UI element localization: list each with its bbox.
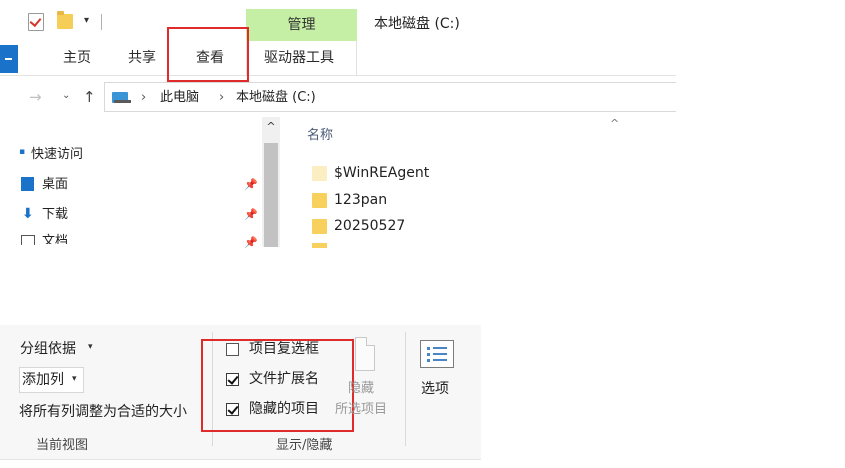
column-header-name[interactable]: 名称 xyxy=(307,127,333,145)
tab-manage[interactable]: 管理 xyxy=(246,9,357,41)
folder-icon xyxy=(312,193,327,208)
options-icon[interactable] xyxy=(420,340,454,368)
tab-drive-tools[interactable]: 驱动器工具 xyxy=(264,49,334,67)
chevron-down-icon[interactable]: ▾ xyxy=(72,374,77,384)
sort-ascending-icon: ^ xyxy=(610,117,620,130)
tab-share[interactable]: 共享 xyxy=(128,49,156,67)
add-column-label[interactable]: 添加列 xyxy=(22,371,64,389)
pin-icon[interactable]: 📌 xyxy=(244,208,258,222)
pin-icon[interactable]: 📌 xyxy=(244,178,258,192)
scroll-up-button[interactable]: ^ xyxy=(262,120,280,134)
ribbon-group-divider xyxy=(405,332,406,446)
file-item[interactable]: 20250527 xyxy=(334,217,405,235)
tab-file[interactable] xyxy=(0,45,18,73)
ribbon-bottom-border xyxy=(0,459,481,460)
breadcrumb-separator[interactable]: › xyxy=(141,89,146,107)
new-folder-icon[interactable] xyxy=(57,11,73,29)
nav-quick-access[interactable]: 快速访问 xyxy=(31,146,83,164)
size-all-columns-button[interactable]: 将所有列调整为合适的大小 xyxy=(19,403,187,421)
toolbar-separator xyxy=(101,14,102,30)
desktop-icon xyxy=(21,177,34,191)
highlight-box-view-tab xyxy=(167,27,249,82)
folder-icon xyxy=(312,219,327,234)
scrollbar-thumb[interactable] xyxy=(264,143,278,247)
highlight-box-show-hide xyxy=(201,339,354,432)
this-pc-icon xyxy=(112,92,131,103)
group-by-button[interactable]: 分组依据 xyxy=(20,340,76,358)
file-item[interactable]: $WinREAgent xyxy=(334,164,429,182)
file-explorer-window: ▾ 管理 本地磁盘 (C:) 主页 共享 查看 驱动器工具 → ⌄ ↑ › 此电… xyxy=(0,0,845,468)
window-title: 本地磁盘 (C:) xyxy=(374,16,460,32)
nav-item-downloads[interactable]: 下载 xyxy=(42,206,68,224)
hide-selected-sublabel[interactable]: 所选项目 xyxy=(335,401,387,419)
breadcrumb-this-pc[interactable]: 此电脑 xyxy=(160,89,199,107)
folder-icon xyxy=(312,243,327,248)
quick-access-expand-icon[interactable]: ▪ xyxy=(19,147,25,157)
file-item[interactable]: 123pan xyxy=(334,191,387,209)
options-button[interactable]: 选项 xyxy=(421,380,449,398)
hide-selected-icon[interactable] xyxy=(355,337,375,371)
hide-selected-button[interactable]: 隐藏 xyxy=(348,380,374,398)
group-label-show-hide: 显示/隐藏 xyxy=(276,438,333,453)
quick-access-dropdown-icon[interactable]: ▾ xyxy=(84,15,89,27)
folder-icon xyxy=(312,166,327,181)
download-icon: ⬇ xyxy=(22,206,34,222)
forward-button[interactable]: → xyxy=(29,88,42,106)
up-button[interactable]: ↑ xyxy=(83,88,96,106)
nav-item-desktop[interactable]: 桌面 xyxy=(42,176,68,194)
pin-icon[interactable]: 📌 xyxy=(244,236,258,250)
documents-icon xyxy=(21,235,35,245)
group-label-current-view: 当前视图 xyxy=(36,438,89,453)
properties-icon[interactable] xyxy=(28,13,44,31)
breadcrumb-separator[interactable]: › xyxy=(219,89,224,107)
nav-item-documents[interactable]: 文档 xyxy=(42,233,68,244)
recent-locations-button[interactable]: ⌄ xyxy=(62,90,70,101)
chevron-down-icon[interactable]: ▾ xyxy=(88,342,93,352)
breadcrumb-local-disk[interactable]: 本地磁盘 (C:) xyxy=(236,89,316,107)
tab-home[interactable]: 主页 xyxy=(63,49,91,67)
